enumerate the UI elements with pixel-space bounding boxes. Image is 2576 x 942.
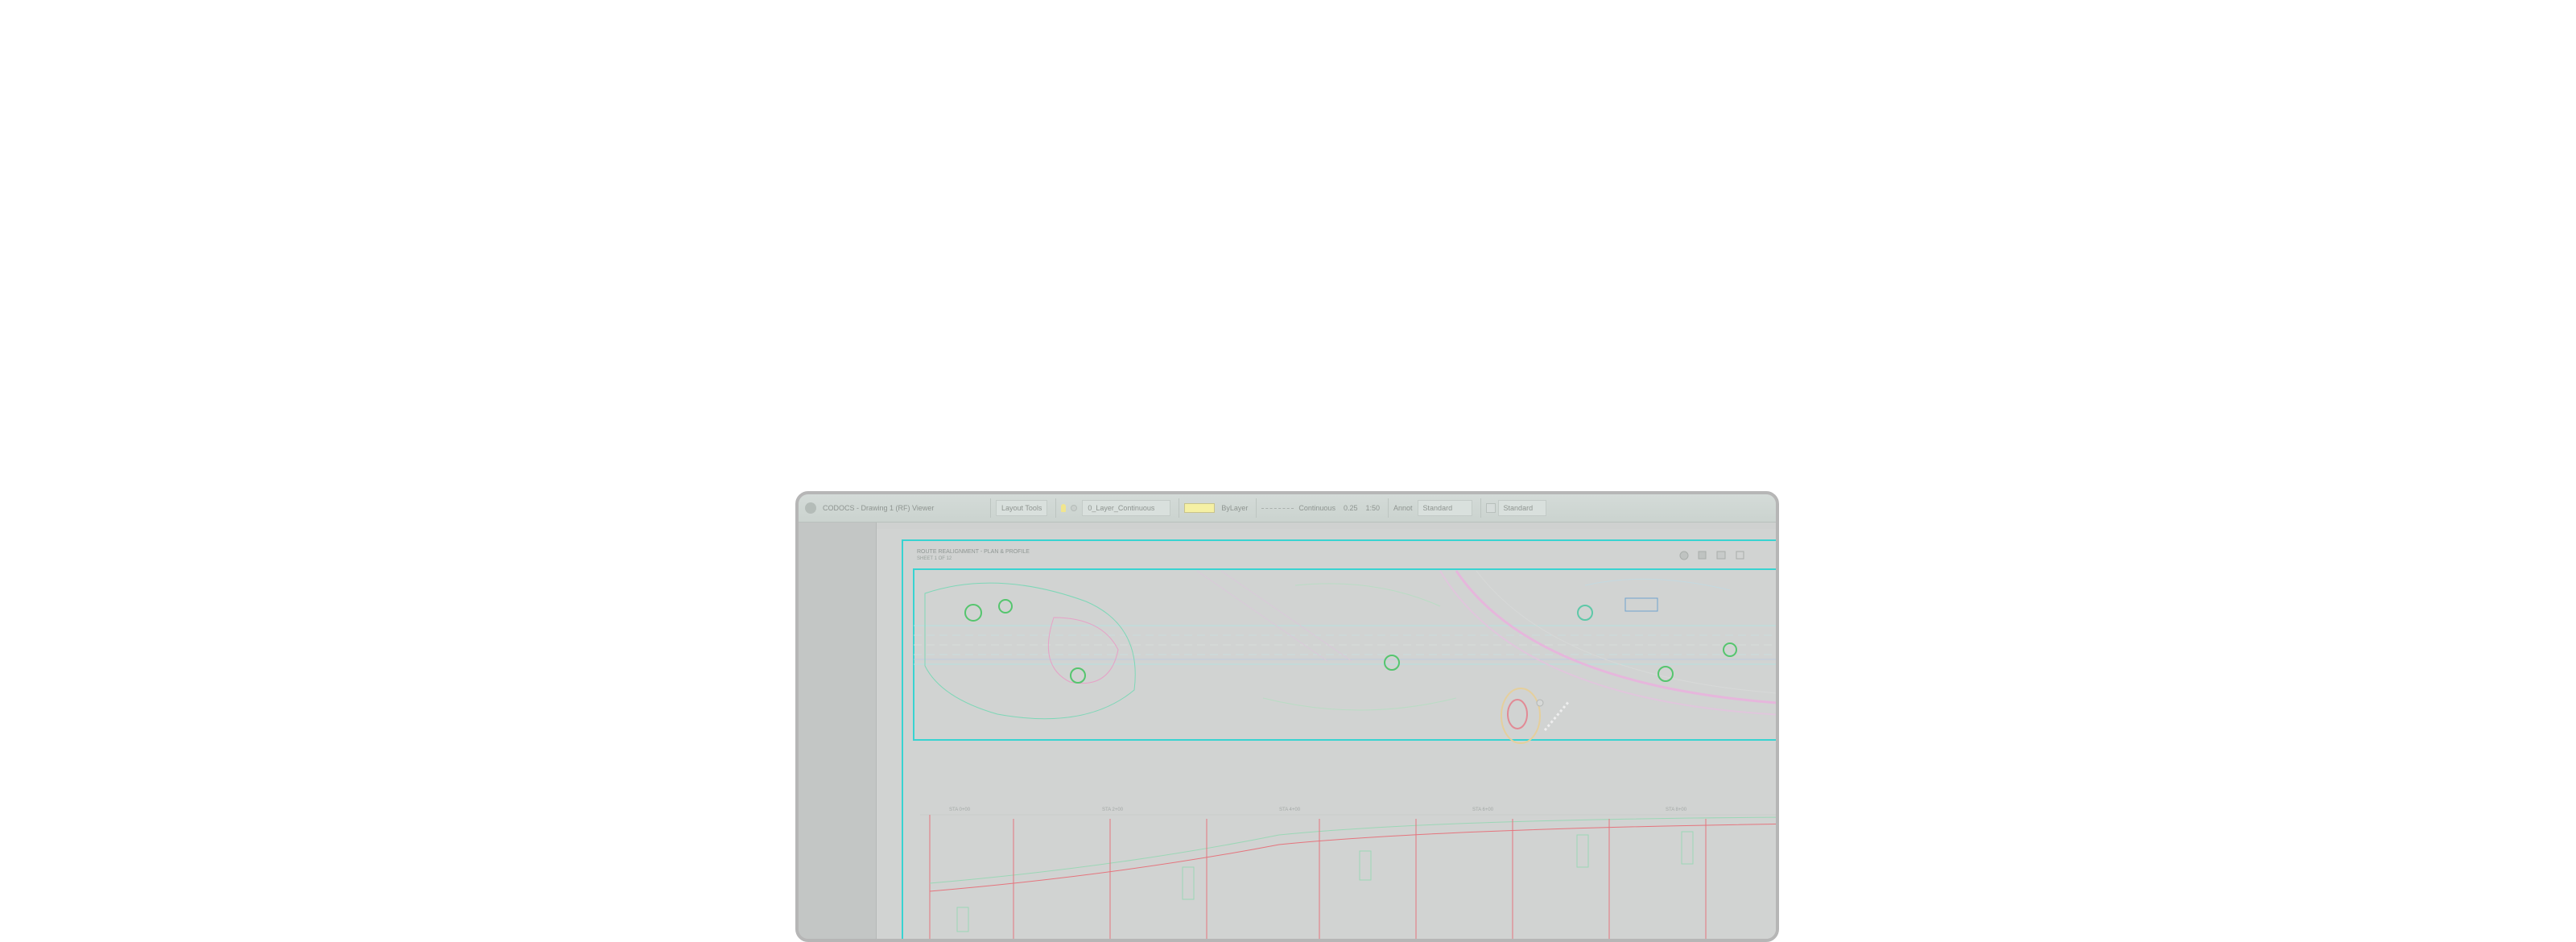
structure-marker-4 (1576, 834, 1589, 868)
dim-style-value: Standard (1503, 504, 1534, 512)
contour-pond (1047, 617, 1119, 684)
diag-road-2 (1220, 570, 1352, 662)
top-toolbar: CODOCS - Drawing 1 (RF) Viewer Layout To… (799, 494, 1776, 523)
lineweight-value[interactable]: 0.25 (1344, 504, 1358, 512)
profile-label-4: STA 6+00 (1472, 808, 1494, 812)
contour-left (924, 582, 1136, 720)
text-style-dropdown[interactable]: Standard (1417, 500, 1472, 516)
view-icons (1679, 551, 1744, 560)
roundabout-cluster (1501, 688, 1571, 744)
pan-icon[interactable] (1698, 551, 1707, 560)
linetype-label[interactable]: Continuous (1298, 504, 1335, 512)
node-marker (1536, 699, 1544, 707)
contour-top-1 (1294, 583, 1441, 607)
ramp-curve-inner (1439, 570, 1776, 716)
drawing-workspace[interactable]: ROUTE REALIGNMENT - PLAN & PROFILE SHEET… (877, 523, 1776, 939)
profile-label-1: STA 0+00 (949, 808, 971, 812)
linetype-preview (1261, 507, 1294, 509)
app-title: CODOCS - Drawing 1 (RF) Viewer (823, 504, 935, 512)
tree-symbol-3 (1070, 667, 1086, 684)
layer-name: 0_Layer_Continuous (1088, 504, 1155, 512)
structure-marker-2 (1182, 866, 1195, 900)
app-logo-icon[interactable] (805, 502, 816, 514)
layer-freeze-icon[interactable] (1071, 505, 1078, 511)
view-tools-group: Layout Tools (990, 498, 1052, 518)
sheet-title-line2: SHEET 1 OF 12 (917, 556, 952, 561)
linetype-group: Continuous 0.25 1:50 (1256, 498, 1385, 518)
drawing-sheet: ROUTE REALIGNMENT - PLAN & PROFILE SHEET… (877, 529, 1776, 939)
color-swatch[interactable] (1184, 503, 1216, 513)
profile-grade-line (929, 823, 1776, 892)
profile-label-5: STA 8+00 (1666, 808, 1687, 812)
app-title-area: CODOCS - Drawing 1 (RF) Viewer (799, 502, 990, 514)
dim-style-icon[interactable] (1485, 503, 1496, 513)
profile-view: STA 0+00 STA 2+00 STA 4+00 STA 6+00 STA … (920, 808, 1776, 939)
dim-style-group: Standard (1480, 498, 1551, 518)
ramp-curve-outer (1455, 570, 1776, 704)
layout-tools-button[interactable]: Layout Tools (996, 500, 1048, 516)
structure-marker-5 (1681, 831, 1694, 865)
contour-top-2 (1584, 578, 1731, 591)
tree-symbol-5 (1577, 605, 1593, 621)
cad-drawing[interactable]: ROUTE REALIGNMENT - PLAN & PROFILE SHEET… (877, 529, 1776, 939)
layer-on-icon[interactable] (1061, 504, 1067, 512)
layout-tools-label: Layout Tools (1001, 504, 1042, 512)
style-label: Annot (1393, 504, 1413, 512)
structure-marker-3 (1359, 850, 1372, 881)
contour-bottom-1 (1262, 697, 1457, 711)
profile-ground-line (929, 816, 1776, 884)
structure-marker-1 (956, 907, 969, 932)
print-icon[interactable] (1716, 551, 1726, 560)
layer-dropdown[interactable]: 0_Layer_Continuous (1082, 500, 1171, 516)
monitor-frame: CODOCS - Drawing 1 (RF) Viewer Layout To… (795, 491, 1779, 942)
dim-style-dropdown[interactable]: Standard (1497, 500, 1546, 516)
profile-label-2: STA 2+00 (1102, 808, 1124, 812)
zoom-icon[interactable] (1679, 551, 1689, 560)
plan-view (913, 568, 1776, 744)
dotted-path (1543, 700, 1571, 731)
tree-symbol-6 (1657, 666, 1674, 682)
layer-group: 0_Layer_Continuous (1055, 498, 1175, 518)
sheet-title-line1: ROUTE REALIGNMENT - PLAN & PROFILE (917, 549, 1030, 555)
tree-symbol-2 (998, 599, 1013, 614)
roundabout-inner (1507, 699, 1528, 729)
left-sidebar (799, 523, 877, 939)
menu-icon[interactable] (1736, 551, 1744, 560)
profile-label-3: STA 4+00 (1279, 808, 1301, 812)
scale-value[interactable]: 1:50 (1365, 504, 1380, 512)
color-label[interactable]: ByLayer (1221, 504, 1248, 512)
color-group: ByLayer (1179, 498, 1253, 518)
tree-symbol-4 (1384, 655, 1400, 671)
text-style-value: Standard (1422, 504, 1453, 512)
building-outline (1624, 597, 1658, 612)
style-group: Annot Standard (1388, 498, 1477, 518)
tree-symbol-1 (964, 604, 982, 622)
